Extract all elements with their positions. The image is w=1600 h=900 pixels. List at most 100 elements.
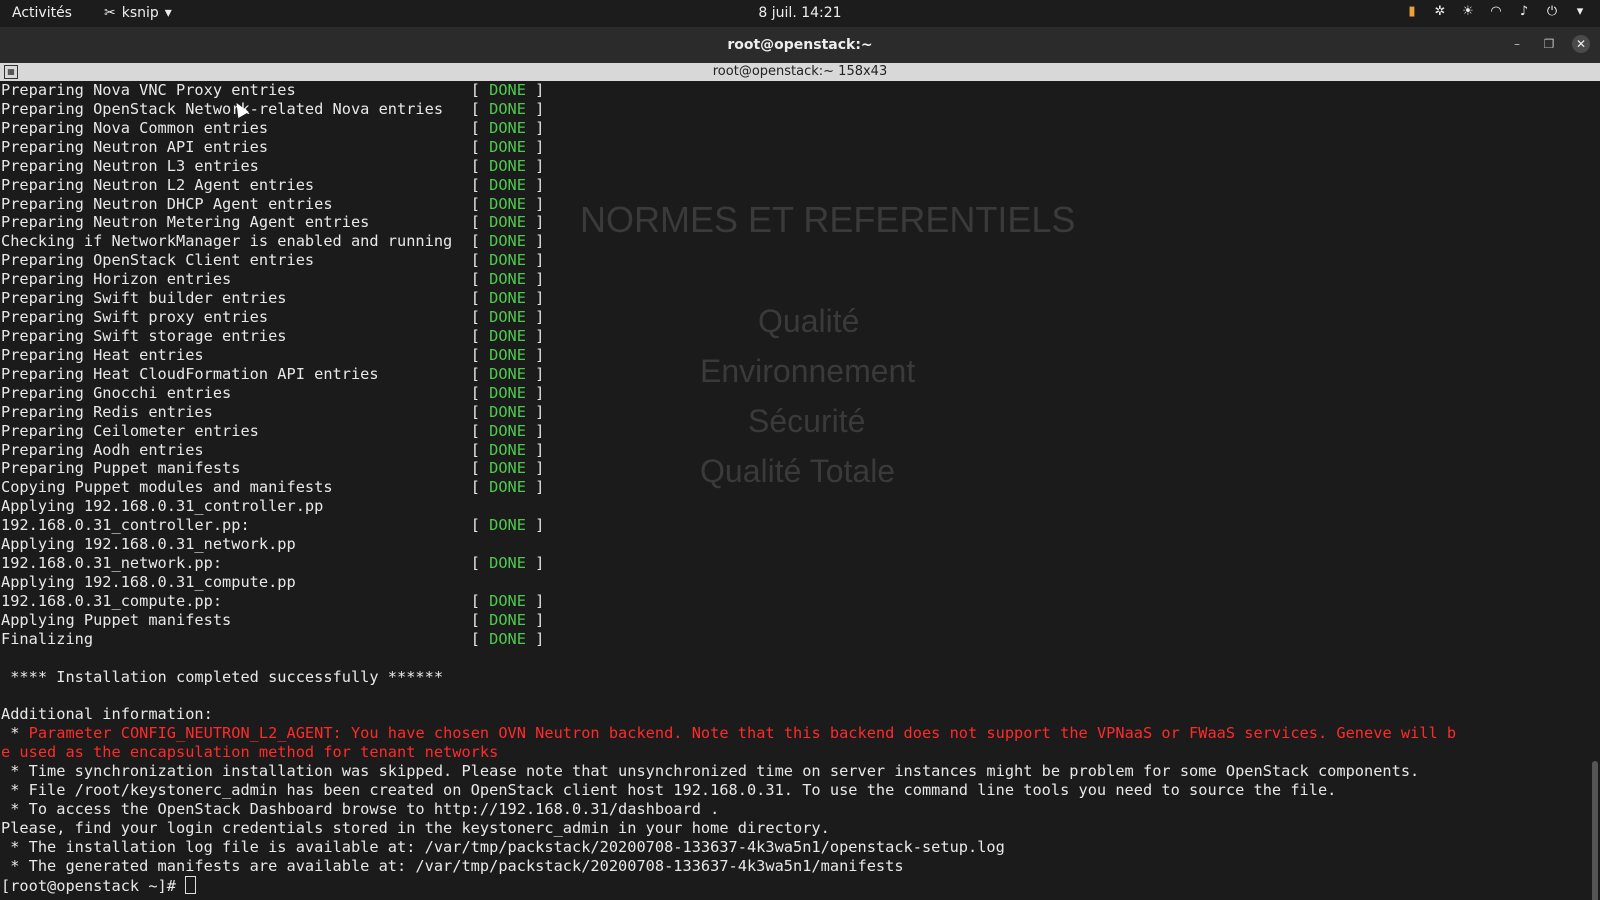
terminal-line: Finalizing [ DONE ] [1, 629, 545, 648]
terminal-scrollbar[interactable] [1592, 761, 1598, 900]
status-done: DONE [489, 345, 526, 364]
terminal-line: Preparing OpenStack Client entries [ DON… [1, 251, 545, 270]
terminal-line: Preparing Horizon entries [ DONE ] [1, 270, 545, 289]
terminal-line-text: Preparing Aodh entries [1, 440, 471, 459]
volume-icon[interactable]: ♪ [1516, 4, 1532, 20]
close-button[interactable]: ✕ [1572, 35, 1590, 53]
terminal-line: Checking if NetworkManager is enabled an… [1, 232, 545, 251]
terminal-line-text: Preparing Nova VNC Proxy entries [1, 81, 471, 99]
ksnip-icon: ✂ [104, 5, 116, 21]
terminal-line: Preparing Swift proxy entries [ DONE ] [1, 308, 545, 327]
shell-prompt: [root@openstack ~]# [1, 876, 186, 895]
warning-bullet: * [1, 724, 29, 743]
terminal-line: Applying Puppet manifests [ DONE ] [1, 610, 545, 629]
terminal-line-text: Finalizing [1, 629, 471, 648]
terminal-line-text: Preparing Redis entries [1, 402, 471, 421]
terminal-line-text: Applying Puppet manifests [1, 610, 471, 629]
status-done: DONE [489, 610, 526, 629]
system-tray: ▮ ✲ ☀ ◠ ♪ ⏻ ▾ [1404, 4, 1588, 20]
status-done: DONE [489, 383, 526, 402]
terminal-line-text: Preparing Swift builder entries [1, 289, 471, 308]
terminal-line-text: Preparing Swift storage entries [1, 326, 471, 345]
terminal-line: Preparing Aodh entries [ DONE ] [1, 440, 545, 459]
terminal-info-line: * The generated manifests are available … [1, 856, 904, 875]
terminal-line: Preparing Swift builder entries [ DONE ] [1, 289, 545, 308]
terminal-prompt-line: [root@openstack ~]# [1, 875, 1456, 895]
terminal-line: Preparing Redis entries [ DONE ] [1, 402, 545, 421]
terminal-line-text: Checking if NetworkManager is enabled an… [1, 232, 471, 251]
terminal-line-text: Preparing Horizon entries [1, 270, 471, 289]
terminal-line-text: **** Installation completed successfully… [1, 667, 444, 686]
status-done: DONE [489, 402, 526, 421]
status-done: DONE [489, 99, 526, 118]
wifi-icon[interactable]: ◠ [1488, 4, 1504, 20]
terminal-line: Preparing Heat entries [ DONE ] [1, 345, 545, 364]
settings-icon[interactable]: ✲ [1432, 4, 1448, 20]
terminal-line-text: Applying 192.168.0.31_controller.pp [1, 497, 324, 516]
terminal-line: Preparing Neutron API entries [ DONE ] [1, 137, 545, 156]
status-done: DONE [489, 213, 526, 232]
terminal-line: 192.168.0.31_controller.pp: [ DONE ] [1, 516, 545, 535]
system-top-bar: Activités ✂ ksnip ▾ 8 juil. 14:21 ▮ ✲ ☀ … [0, 0, 1600, 27]
terminal-warning-line: e used as the encapsulation method for t… [1, 743, 1456, 762]
terminal-line-text: Additional information: [1, 705, 213, 724]
status-done: DONE [489, 232, 526, 251]
power-icon[interactable]: ⏻ [1544, 4, 1560, 20]
terminal-line: Preparing Neutron Metering Agent entries… [1, 213, 545, 232]
terminal-line-text: Preparing Ceilometer entries [1, 421, 471, 440]
status-done: DONE [489, 194, 526, 213]
terminal-line-text: Preparing Gnocchi entries [1, 383, 471, 402]
terminal-size-title: root@openstack:~ 158x43 [712, 64, 888, 79]
status-done: DONE [489, 270, 526, 289]
terminal-line-text: Preparing OpenStack Client entries [1, 251, 471, 270]
text-cursor [185, 875, 197, 894]
terminal-line: **** Installation completed successfully… [1, 668, 1456, 687]
maximize-button[interactable]: ❐ [1540, 35, 1558, 53]
terminal-line-text: Preparing Puppet manifests [1, 459, 471, 478]
status-done: DONE [489, 421, 526, 440]
status-done: DONE [489, 156, 526, 175]
minimize-button[interactable]: – [1508, 35, 1526, 53]
terminal-line-text: Applying 192.168.0.31_network.pp [1, 535, 296, 554]
terminal-line-text: Preparing Neutron DHCP Agent entries [1, 194, 471, 213]
status-done: DONE [489, 591, 526, 610]
terminal-line-text: 192.168.0.31_controller.pp: [1, 516, 471, 535]
terminal-line: Preparing Neutron L2 Agent entries [ DON… [1, 175, 545, 194]
terminal-line: Applying 192.168.0.31_compute.pp [1, 573, 1456, 592]
activities-button[interactable]: Activités [12, 5, 72, 21]
terminal-line: Copying Puppet modules and manifests [ D… [1, 478, 545, 497]
status-done: DONE [489, 459, 526, 478]
terminal-area[interactable]: NORMES ET REFERENTIELS Qualité Environne… [0, 81, 1600, 900]
terminal-line-text: Preparing Neutron L2 Agent entries [1, 175, 471, 194]
status-done: DONE [489, 118, 526, 137]
status-done: DONE [489, 289, 526, 308]
terminal-line: Preparing Neutron L3 entries [ DONE ] [1, 156, 545, 175]
brightness-icon[interactable]: ☀ [1460, 4, 1476, 20]
warning-text: e used as the encapsulation method for t… [1, 743, 499, 762]
status-done: DONE [489, 137, 526, 156]
status-done: DONE [489, 175, 526, 194]
terminal-line-text: Applying 192.168.0.31_compute.pp [1, 572, 296, 591]
flag-icon[interactable]: ▮ [1404, 4, 1420, 20]
terminal-line: Applying 192.168.0.31_network.pp [1, 535, 1456, 554]
terminal-line: Preparing Swift storage entries [ DONE ] [1, 326, 545, 345]
terminal-line: Preparing Nova VNC Proxy entries [ DONE … [1, 81, 545, 99]
window-title-bar: root@openstack:~ – ❐ ✕ [0, 27, 1600, 63]
app-menu[interactable]: ✂ ksnip ▾ [104, 5, 172, 21]
terminal-info-line: * Time synchronization installation was … [1, 762, 1420, 781]
status-done: DONE [489, 440, 526, 459]
terminal-line: Preparing OpenStack Network-related Nova… [1, 99, 545, 118]
status-done: DONE [489, 629, 526, 648]
terminal-line-text: Preparing Neutron API entries [1, 137, 471, 156]
clock[interactable]: 8 juil. 14:21 [758, 5, 841, 21]
status-done: DONE [489, 326, 526, 345]
terminal-line-text: Copying Puppet modules and manifests [1, 478, 471, 497]
chevron-down-icon[interactable]: ▾ [1572, 4, 1588, 20]
status-done: DONE [489, 308, 526, 327]
status-done: DONE [489, 251, 526, 270]
app-name: ksnip [121, 5, 159, 21]
status-done: DONE [489, 478, 526, 497]
terminal-line-text: Preparing Nova Common entries [1, 118, 471, 137]
